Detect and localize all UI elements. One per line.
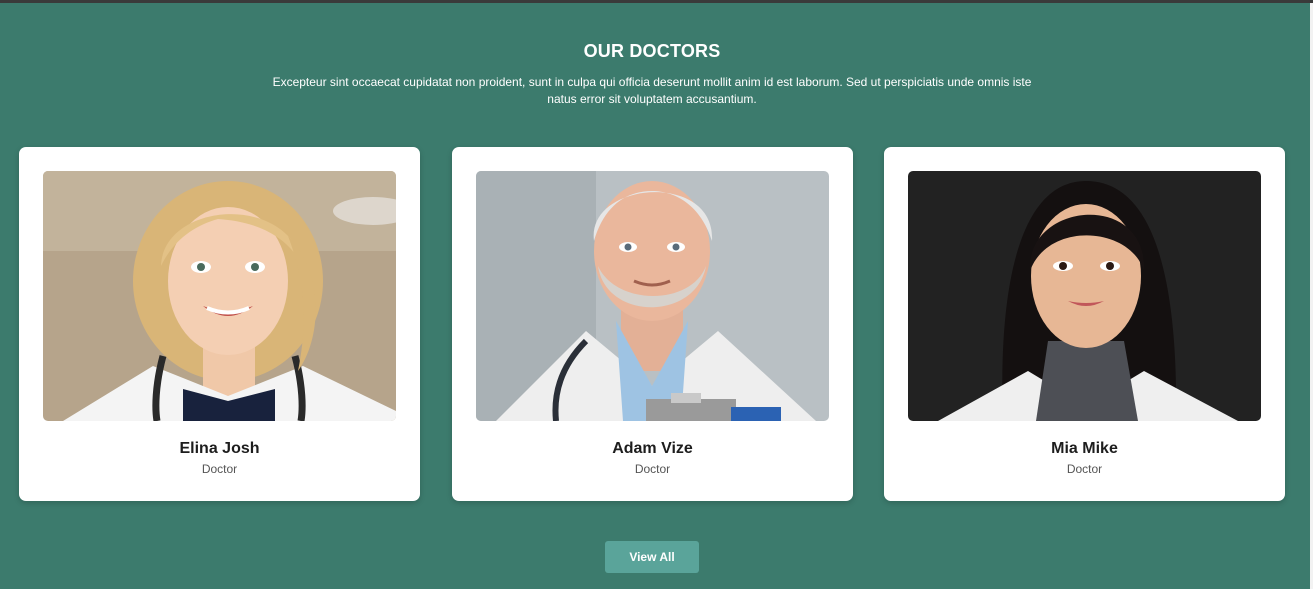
doctor-photo	[43, 171, 396, 421]
doctor-photo	[476, 171, 829, 421]
view-all-button[interactable]: View All	[605, 541, 699, 573]
doctor-card[interactable]: Adam Vize Doctor	[452, 147, 853, 501]
doctor-card[interactable]: Elina Josh Doctor	[19, 147, 420, 501]
doctor-role: Doctor	[201, 462, 238, 476]
doctor-name: Adam Vize	[612, 440, 693, 457]
doctor-photo	[908, 171, 1261, 421]
doctor-card[interactable]: Mia Mike Doctor	[884, 147, 1285, 501]
doctor-role: Doctor	[634, 462, 671, 476]
doctor-role: Doctor	[1066, 462, 1103, 476]
doctor-name: Mia Mike	[1051, 440, 1118, 457]
window-top-border	[0, 0, 1313, 3]
doctor-name: Elina Josh	[179, 440, 260, 457]
section-title: OUR DOCTORS	[583, 41, 721, 61]
section-description: Excepteur sint occaecat cupidatat non pr…	[272, 75, 1032, 106]
